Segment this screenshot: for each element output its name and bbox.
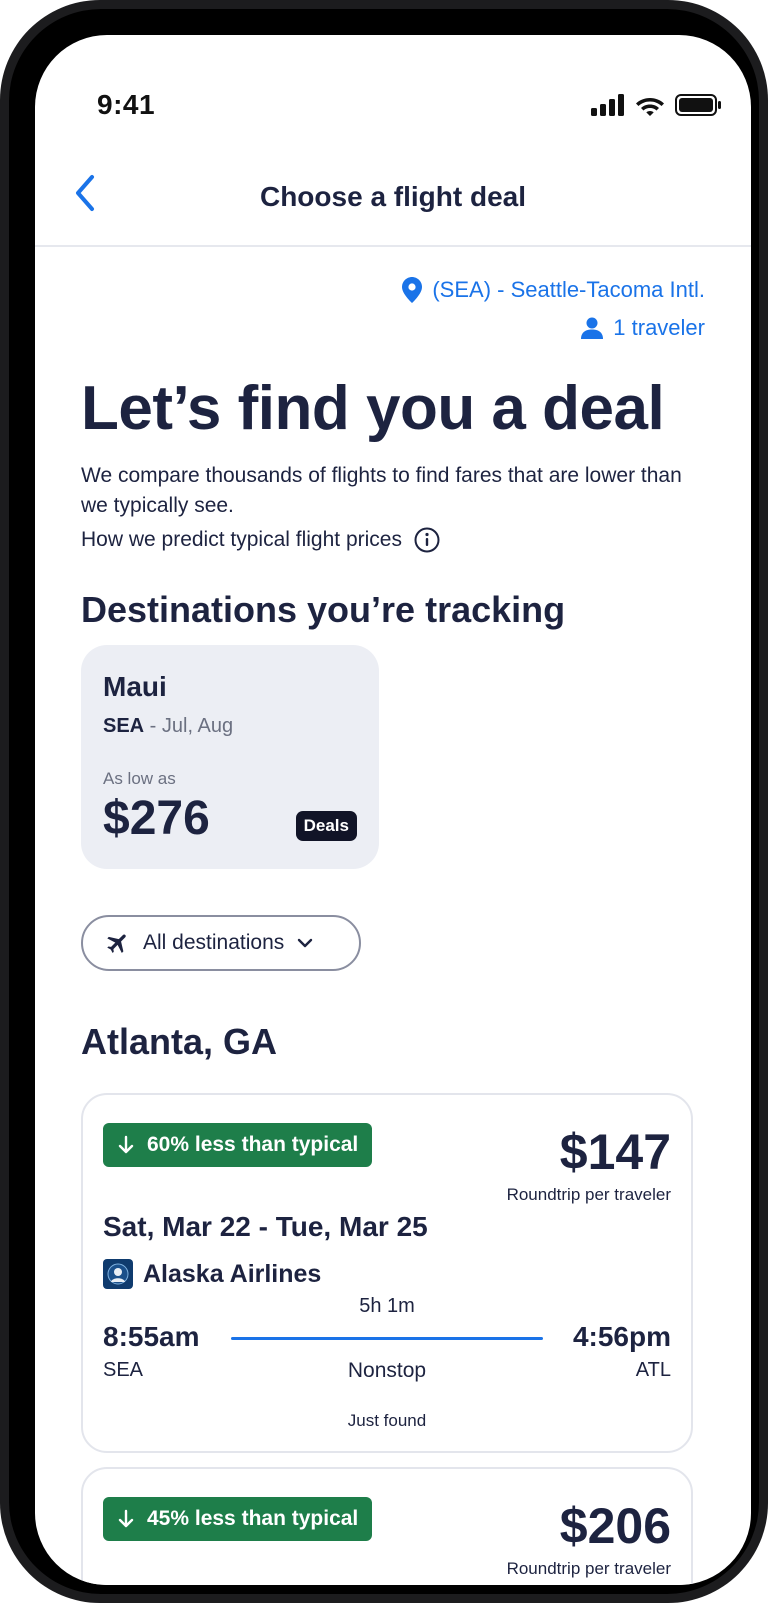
savings-label: 60% less than typical: [147, 1133, 359, 1156]
predict-info-link[interactable]: How we predict typical flight prices: [81, 527, 440, 553]
status-icons: [591, 93, 723, 117]
nav-bar: Choose a flight deal: [35, 145, 751, 247]
arrow-down-icon: [118, 1135, 134, 1154]
savings-badge: 60% less than typical: [103, 1123, 373, 1167]
page-title: Choose a flight deal: [259, 181, 527, 212]
deals-badge: Deals: [295, 811, 357, 841]
status-bar: 9:41: [35, 35, 751, 131]
phone-frame: 9:41 Choose a flight deal (SEA) - Seattl…: [0, 0, 768, 1603]
tracked-months: - Jul, Aug: [144, 715, 234, 737]
tracked-origin-code: SEA: [103, 715, 145, 737]
tracked-destination-card[interactable]: Maui SEA - Jul, Aug As low as $276 Deals: [81, 645, 379, 869]
origin-airport-link[interactable]: (SEA) - Seattle-Tacoma Intl.: [402, 277, 705, 303]
airline-name: Alaska Airlines: [143, 1259, 322, 1288]
destination-filter-dropdown[interactable]: All destinations: [81, 915, 361, 971]
arrival-code: ATL: [635, 1359, 671, 1381]
flight-dates: Sat, Mar 22 - Tue, Mar 25: [103, 1211, 428, 1242]
airline-logo-icon: [107, 1263, 129, 1285]
arrival-time: 4:56pm: [572, 1321, 671, 1352]
flight-duration: 5h 1m: [359, 1295, 415, 1317]
tracked-destination-name: Maui: [103, 671, 167, 702]
found-label: Just found: [347, 1411, 427, 1430]
city-heading: Atlanta, GA: [81, 1021, 278, 1062]
tracking-heading: Destinations you’re tracking: [81, 589, 566, 630]
screen: 9:41 Choose a flight deal (SEA) - Seattl…: [35, 35, 751, 1585]
travelers-label: 1 traveler: [613, 315, 705, 340]
destination-filter-label: All destinations: [143, 931, 285, 954]
status-time: 9:41: [97, 89, 156, 120]
flight-deal-card[interactable]: 45% less than typical $206 Roundtrip per…: [81, 1467, 693, 1585]
flight-price: $147: [559, 1124, 671, 1180]
airplane-icon: [107, 934, 126, 953]
battery-icon: [675, 94, 721, 116]
travelers-link[interactable]: 1 traveler: [581, 315, 705, 341]
price-note: Roundtrip per traveler: [506, 1559, 671, 1578]
savings-badge: 45% less than typical: [103, 1497, 373, 1541]
airline-logo: [103, 1259, 133, 1289]
stops-label: Nonstop: [347, 1359, 427, 1382]
origin-airport-label: (SEA) - Seattle-Tacoma Intl.: [432, 277, 705, 302]
arrow-down-icon: [118, 1509, 134, 1528]
info-icon: [414, 527, 440, 553]
predict-info-label: How we predict typical flight prices: [81, 528, 402, 551]
departure-time: 8:55am: [103, 1321, 200, 1352]
signal-icon: [591, 94, 624, 116]
savings-label: 45% less than typical: [147, 1507, 359, 1530]
flight-deal-card[interactable]: 60% less than typical $147 Roundtrip per…: [81, 1093, 693, 1453]
airline: Alaska Airlines: [103, 1259, 321, 1289]
route-line: [231, 1337, 543, 1340]
price-note: Roundtrip per traveler: [506, 1185, 671, 1204]
tracked-low-label: As low as: [103, 769, 176, 788]
chevron-down-icon: [298, 938, 313, 948]
tracked-destination-route: SEA - Jul, Aug: [103, 715, 233, 738]
tracked-price: $276: [103, 792, 210, 845]
hero-description: We compare thousands of flights to find …: [81, 464, 682, 517]
hero-title: Let’s find you a deal: [81, 374, 665, 443]
location-pin-icon: [402, 277, 423, 303]
flight-price: $206: [559, 1498, 671, 1554]
person-icon: [581, 317, 604, 339]
wifi-icon: [636, 98, 664, 116]
phone-bezel: 9:41 Choose a flight deal (SEA) - Seattl…: [9, 9, 759, 1594]
